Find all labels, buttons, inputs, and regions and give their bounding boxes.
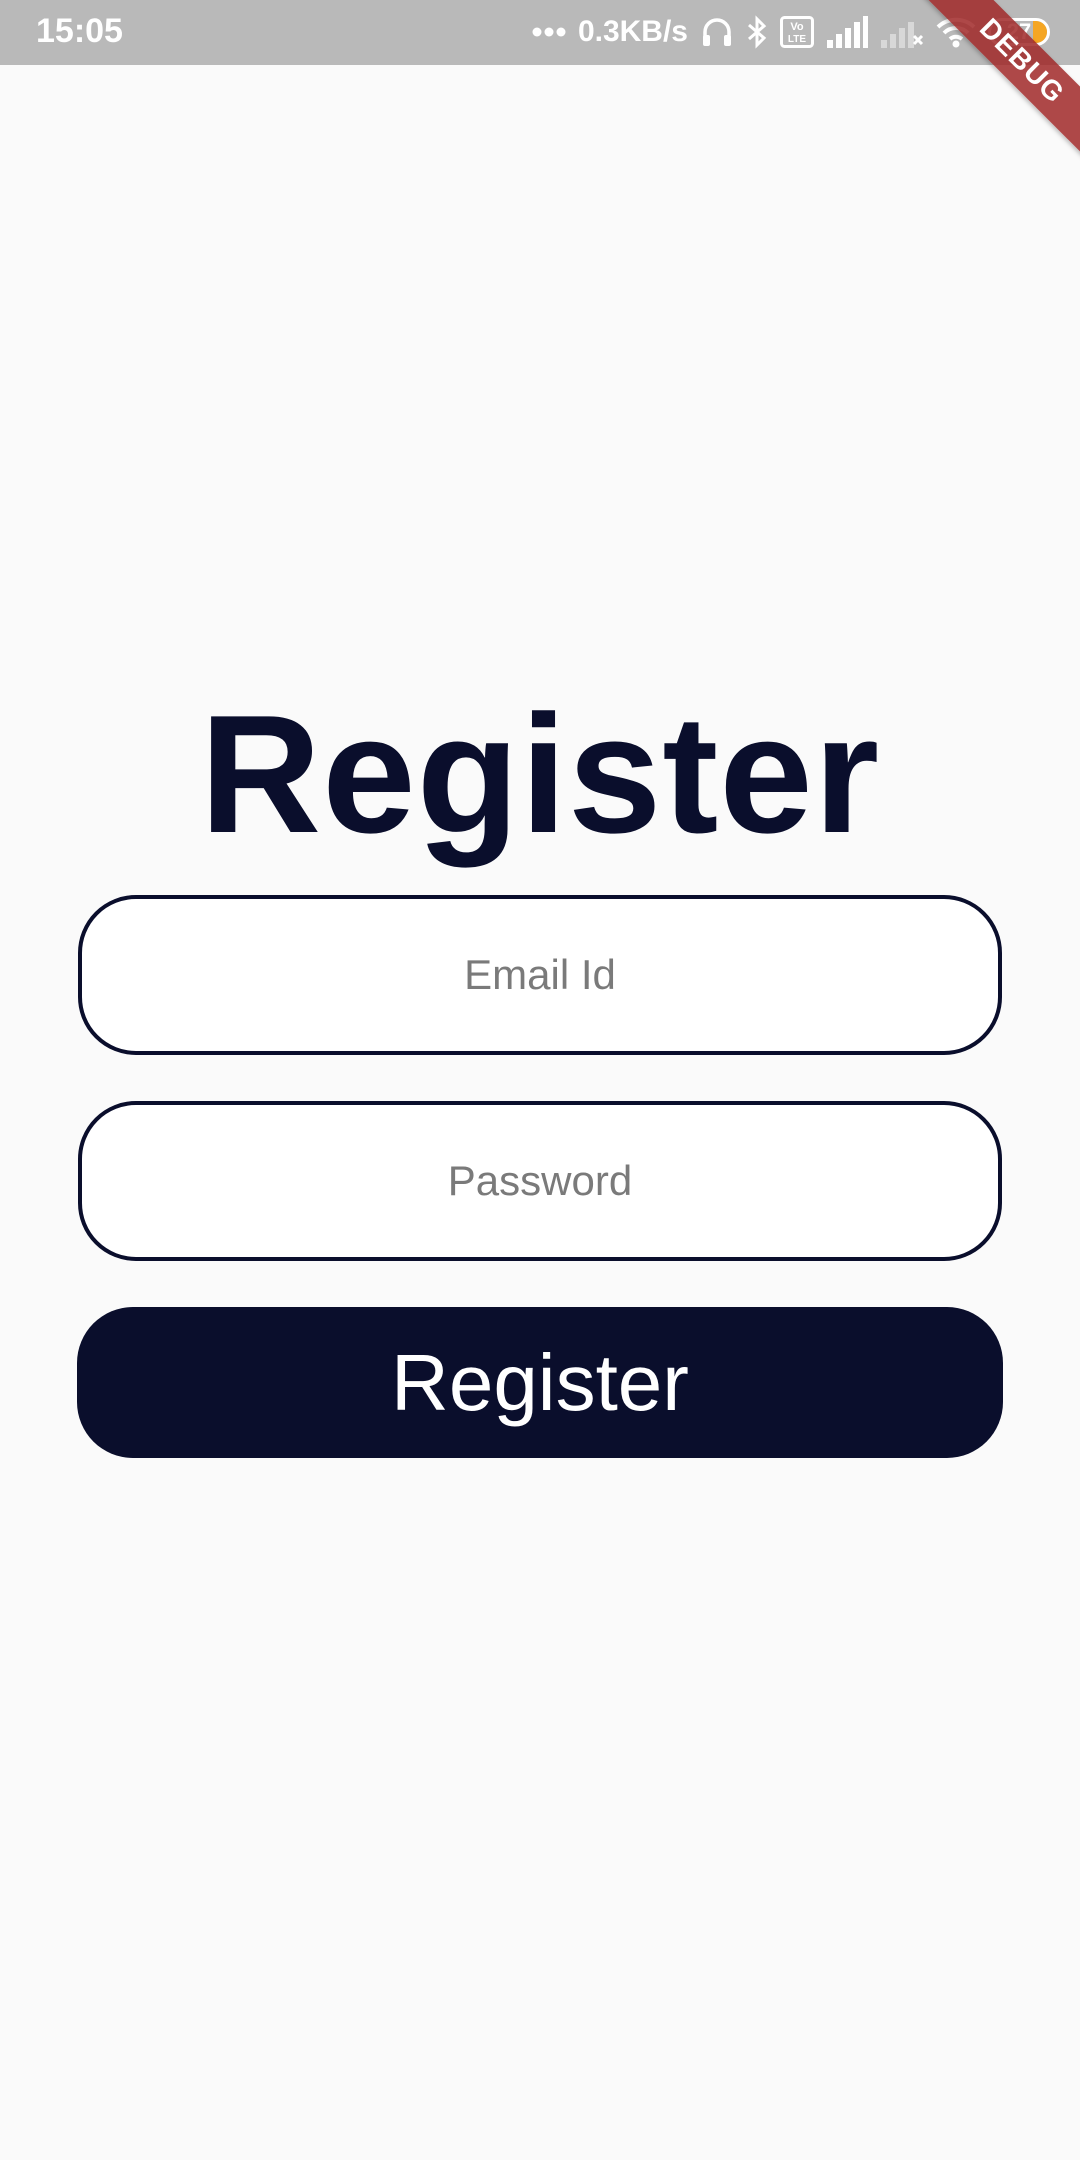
svg-text:LTE: LTE: [788, 34, 806, 45]
password-field[interactable]: [78, 1101, 1002, 1261]
signal-icon: [826, 16, 868, 48]
register-button[interactable]: Register: [77, 1307, 1003, 1458]
page-title: Register: [199, 680, 881, 868]
svg-text:Vo: Vo: [790, 21, 804, 33]
signal-no-sim-icon: [880, 16, 924, 48]
bluetooth-icon: [746, 15, 768, 49]
network-speed: 0.3KB/s: [577, 15, 688, 48]
status-time: 15:05: [36, 12, 123, 50]
more-dots-icon: [532, 26, 566, 38]
email-field[interactable]: [78, 895, 1002, 1055]
email-input[interactable]: [82, 950, 998, 1000]
status-bar: 15:05 0.3KB/s Vo LTE: [0, 0, 1080, 65]
volte-icon: Vo LTE: [780, 16, 814, 48]
register-screen: 15:05 0.3KB/s Vo LTE DEBUG Register Emai…: [0, 0, 1080, 2160]
password-input[interactable]: [82, 1156, 998, 1206]
headphones-icon: [700, 15, 734, 49]
